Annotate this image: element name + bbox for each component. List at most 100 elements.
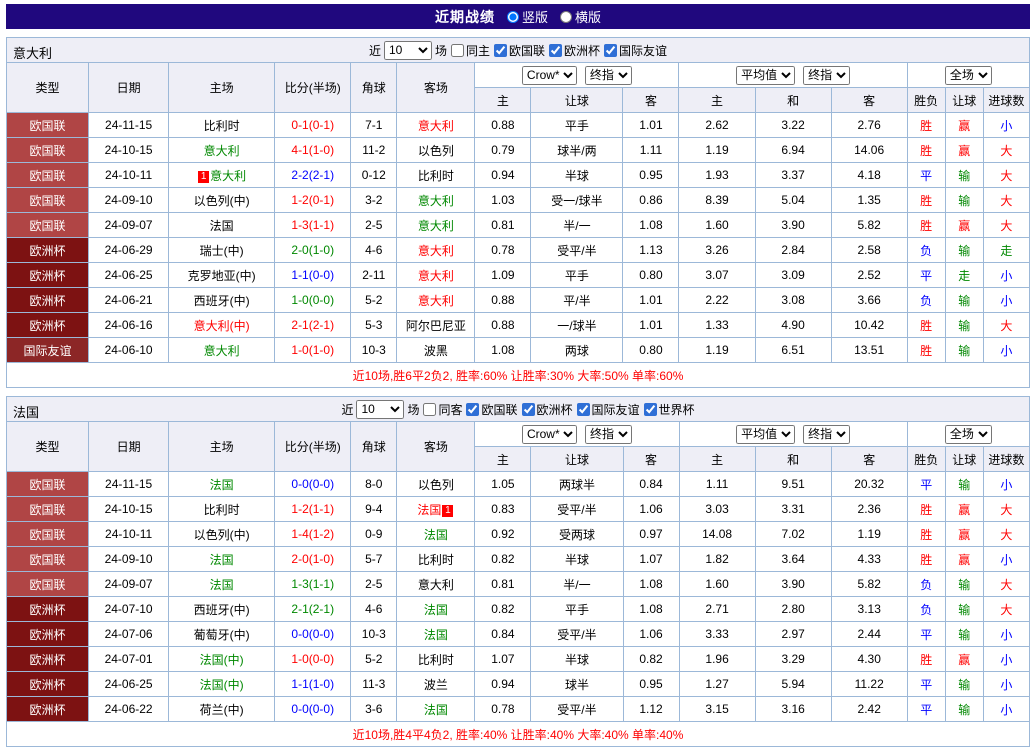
result-handicap: 输 — [945, 163, 983, 188]
competition-filter[interactable]: 国际友谊 — [603, 42, 667, 59]
ah-handicap: 平手 — [531, 263, 623, 288]
recent-count-select[interactable]: 10 — [356, 400, 404, 419]
home-team: 意大利 — [169, 138, 275, 163]
odds-source-select[interactable]: 终指 — [585, 66, 632, 85]
odds-source-select[interactable]: 全场 — [945, 66, 992, 85]
competition-checkbox[interactable] — [604, 44, 617, 57]
corner-count: 8-0 — [351, 472, 397, 497]
result-handicap: 赢 — [945, 547, 983, 572]
result-goals: 大 — [983, 188, 1029, 213]
result-goals: 小 — [983, 263, 1029, 288]
competition-label: 国际友谊 — [592, 401, 640, 418]
recent-count-select[interactable]: 10 — [384, 41, 432, 60]
result-winloss: 负 — [907, 288, 945, 313]
result-handicap: 输 — [945, 472, 983, 497]
red-card-badge: 1 — [198, 171, 209, 183]
column-header-1: 日期 — [89, 63, 169, 113]
ah-away-odds: 0.97 — [623, 522, 679, 547]
avg-away-odds: 2.44 — [831, 622, 907, 647]
odds-source-select[interactable]: 终指 — [803, 66, 850, 85]
home-team: 西班牙(中) — [169, 288, 275, 313]
competition-type-cell: 欧国联 — [7, 138, 89, 163]
team-filter-bar-cell: 法国近10场同客欧国联欧洲杯国际友谊世界杯 — [7, 397, 1030, 422]
result-winloss: 平 — [907, 672, 945, 697]
result-winloss: 平 — [907, 163, 945, 188]
matches-suffix-label: 场 — [407, 401, 419, 418]
away-team: 比利时 — [397, 647, 475, 672]
away-team: 阿尔巴尼亚 — [397, 313, 475, 338]
home-team-name: 意大利 — [210, 169, 246, 183]
competition-type-cell: 欧洲杯 — [7, 313, 89, 338]
match-filters: 近10场同主欧国联欧洲杯国际友谊 — [8, 41, 1028, 60]
layout-option-horizontal[interactable]: 横版 — [560, 7, 601, 26]
layout-option-vertical[interactable]: 竖版 — [507, 7, 548, 26]
competition-checkbox[interactable] — [466, 403, 479, 416]
ah-home-odds: 1.09 — [475, 263, 531, 288]
competition-filter[interactable]: 欧国联 — [465, 401, 517, 418]
match-row: 欧国联24-09-07法国1-3(1-1)2-5意大利0.81半/一1.081.… — [7, 213, 1030, 238]
odds-source-select[interactable]: 平均值 — [736, 425, 795, 444]
corner-count: 3-6 — [351, 697, 397, 722]
away-team-name: 以色列 — [418, 478, 454, 492]
away-team-name: 意大利 — [418, 194, 454, 208]
result-winloss: 胜 — [907, 338, 945, 363]
competition-filter[interactable]: 欧洲杯 — [521, 401, 573, 418]
result-winloss: 负 — [907, 597, 945, 622]
ah-handicap: 半/一 — [531, 213, 623, 238]
match-date: 24-06-25 — [89, 263, 169, 288]
same-venue-filter[interactable]: 同客 — [422, 401, 462, 418]
horizontal-layout-radio[interactable] — [560, 11, 572, 23]
ah-handicap: 平手 — [531, 113, 623, 138]
competition-checkbox[interactable] — [494, 44, 507, 57]
result-handicap: 输 — [945, 697, 983, 722]
corner-count: 2-5 — [351, 572, 397, 597]
competition-filter[interactable]: 国际友谊 — [576, 401, 640, 418]
odds-source-select[interactable]: Crow* — [522, 425, 577, 444]
same-venue-checkbox[interactable] — [423, 403, 436, 416]
team-name: 法国 — [13, 402, 39, 421]
competition-checkbox[interactable] — [522, 403, 535, 416]
competition-filter[interactable]: 欧国联 — [493, 42, 545, 59]
column-header-4: 角球 — [351, 422, 397, 472]
result-handicap: 赢 — [945, 522, 983, 547]
score-halftime: 1-2(1-1) — [275, 497, 351, 522]
ah-away-odds: 1.08 — [623, 597, 679, 622]
odds-source-select[interactable]: 终指 — [803, 425, 850, 444]
match-row: 欧国联24-11-15比利时0-1(0-1)7-1意大利0.88平手1.012.… — [7, 113, 1030, 138]
odds-source-select[interactable]: Crow* — [522, 66, 577, 85]
same-venue-filter[interactable]: 同主 — [450, 42, 490, 59]
avg-home-odds: 1.27 — [679, 672, 755, 697]
ah-away-odds: 0.80 — [623, 338, 679, 363]
red-card-badge: 1 — [442, 505, 453, 517]
ah-home-odds: 1.05 — [475, 472, 531, 497]
home-team: 比利时 — [169, 113, 275, 138]
match-date: 24-10-11 — [89, 522, 169, 547]
home-team: 法国(中) — [169, 672, 275, 697]
result-handicap: 输 — [945, 338, 983, 363]
away-team: 意大利 — [397, 113, 475, 138]
ah-away-odds: 1.08 — [623, 572, 679, 597]
column-header-3: 比分(半场) — [275, 63, 351, 113]
competition-type-cell: 欧国联 — [7, 213, 89, 238]
competition-filter[interactable]: 世界杯 — [643, 401, 695, 418]
score-halftime: 1-0(1-0) — [275, 338, 351, 363]
competition-type-cell: 欧洲杯 — [7, 647, 89, 672]
same-venue-label: 同客 — [438, 401, 462, 418]
competition-checkbox[interactable] — [644, 403, 657, 416]
competition-checkbox[interactable] — [577, 403, 590, 416]
competition-checkbox[interactable] — [549, 44, 562, 57]
same-venue-checkbox[interactable] — [451, 44, 464, 57]
away-team: 意大利 — [397, 263, 475, 288]
odds-source-select[interactable]: 平均值 — [736, 66, 795, 85]
away-team: 以色列 — [397, 138, 475, 163]
competition-filter[interactable]: 欧洲杯 — [548, 42, 600, 59]
away-team: 法国 — [397, 522, 475, 547]
odds-source-select[interactable]: 全场 — [945, 425, 992, 444]
vertical-layout-radio[interactable] — [507, 11, 519, 23]
odds-source-select[interactable]: 终指 — [585, 425, 632, 444]
score-halftime: 0-1(0-1) — [275, 113, 351, 138]
match-row: 欧国联24-09-10以色列(中)1-2(0-1)3-2意大利1.03受一/球半… — [7, 188, 1030, 213]
ah-home-odds: 0.78 — [475, 697, 531, 722]
result-winloss: 胜 — [907, 313, 945, 338]
match-date: 24-06-29 — [89, 238, 169, 263]
